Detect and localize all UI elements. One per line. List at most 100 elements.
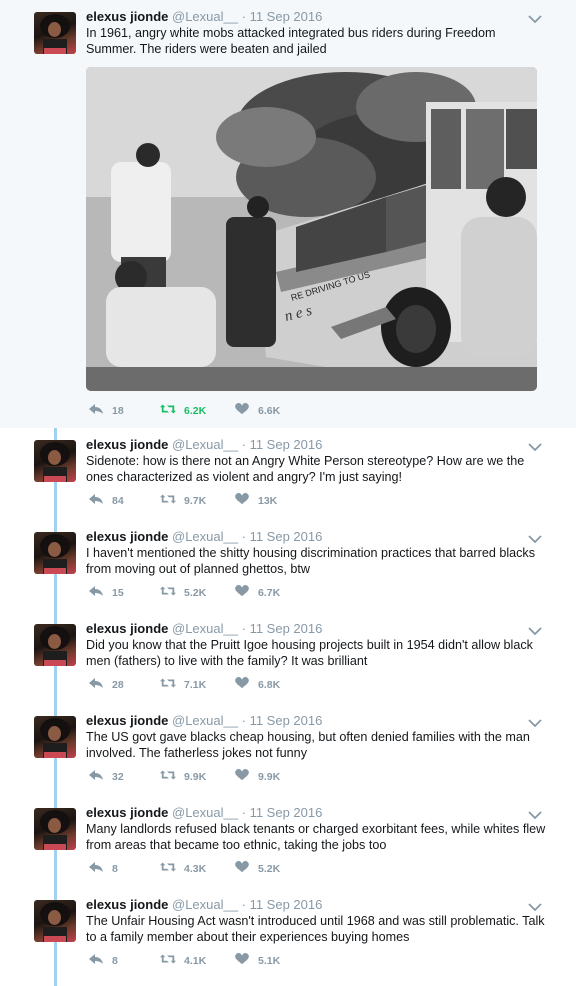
- reply-button[interactable]: 32: [88, 769, 124, 784]
- chevron-down-icon[interactable]: [528, 439, 542, 452]
- like-button[interactable]: 6.7K: [234, 585, 280, 600]
- avatar[interactable]: [34, 12, 76, 54]
- tweet-header: elexus jionde @Lexual__ · 11 Sep 2016: [86, 621, 322, 636]
- retweet-button[interactable]: 4.3K: [160, 861, 206, 876]
- tweet-date[interactable]: 11 Sep 2016: [250, 713, 323, 728]
- author-name[interactable]: elexus jionde: [86, 529, 168, 544]
- author-handle[interactable]: @Lexual__: [172, 805, 238, 820]
- separator-dot: ·: [241, 897, 246, 912]
- retweet-button[interactable]: 4.1K: [160, 953, 206, 968]
- author-name[interactable]: elexus jionde: [86, 621, 168, 636]
- avatar[interactable]: [34, 808, 76, 850]
- reply-button[interactable]: 28: [88, 677, 124, 692]
- chevron-down-icon[interactable]: [528, 531, 542, 544]
- tweet-date[interactable]: 11 Sep 2016: [250, 805, 323, 820]
- tweet-text: The Unfair Housing Act wasn't introduced…: [86, 914, 545, 944]
- avatar[interactable]: [34, 900, 76, 942]
- retweet-icon: [160, 953, 184, 968]
- retweet-button[interactable]: 7.1K: [160, 677, 206, 692]
- like-count: 6.8K: [258, 678, 281, 691]
- author-name[interactable]: elexus jionde: [86, 713, 168, 728]
- avatar[interactable]: [34, 624, 76, 666]
- tweet[interactable]: elexus jionde @Lexual__ · 11 Sep 2016 In…: [0, 0, 576, 428]
- retweet-button[interactable]: 9.9K: [160, 769, 206, 784]
- heart-icon: [234, 493, 258, 508]
- tweet-date[interactable]: 11 Sep 2016: [250, 9, 323, 24]
- retweet-icon: [160, 585, 184, 600]
- avatar[interactable]: [34, 440, 76, 482]
- retweet-button[interactable]: 5.2K: [160, 585, 206, 600]
- tweet-header: elexus jionde @Lexual__ · 11 Sep 2016: [86, 713, 322, 728]
- chevron-down-icon[interactable]: [528, 11, 542, 24]
- tweet-header: elexus jionde @Lexual__ · 11 Sep 2016: [86, 805, 322, 820]
- like-button[interactable]: 13K: [234, 493, 277, 508]
- like-button[interactable]: 5.1K: [234, 953, 280, 968]
- tweet[interactable]: elexus jionde @Lexual__ · 11 Sep 2016 I …: [0, 520, 576, 612]
- like-button[interactable]: 5.2K: [234, 861, 280, 876]
- retweet-count: 4.3K: [184, 862, 207, 875]
- tweet-header: elexus jionde @Lexual__ · 11 Sep 2016: [86, 437, 322, 452]
- tweet-date[interactable]: 11 Sep 2016: [250, 529, 323, 544]
- retweet-count: 5.2K: [184, 586, 207, 599]
- heart-icon: [234, 585, 258, 600]
- tweet-text: Did you know that the Pruitt Igoe housin…: [86, 638, 533, 668]
- tweet-date[interactable]: 11 Sep 2016: [250, 621, 323, 636]
- tweet-text: I haven't mentioned the shitty housing d…: [86, 546, 536, 576]
- reply-count: 8: [112, 862, 118, 875]
- reply-button[interactable]: 84: [88, 493, 124, 508]
- tweet[interactable]: elexus jionde @Lexual__ · 11 Sep 2016 Th…: [0, 704, 576, 796]
- avatar[interactable]: [34, 532, 76, 574]
- tweet-photo[interactable]: RE DRIVING TO US n e s: [86, 67, 537, 391]
- reply-button[interactable]: 8: [88, 953, 118, 968]
- retweet-button[interactable]: 6.2K: [160, 403, 206, 418]
- reply-button[interactable]: 8: [88, 861, 118, 876]
- chevron-down-icon[interactable]: [528, 623, 542, 636]
- author-handle[interactable]: @Lexual__: [172, 437, 238, 452]
- separator-dot: ·: [241, 713, 246, 728]
- author-handle[interactable]: @Lexual__: [172, 529, 238, 544]
- reply-count: 32: [112, 770, 124, 783]
- retweet-button[interactable]: 9.7K: [160, 493, 206, 508]
- like-count: 5.2K: [258, 862, 281, 875]
- reply-button[interactable]: 18: [88, 403, 124, 418]
- chevron-down-icon[interactable]: [528, 807, 542, 820]
- heart-icon: [234, 953, 258, 968]
- tweet[interactable]: elexus jionde @Lexual__ · 11 Sep 2016 Di…: [0, 612, 576, 704]
- author-name[interactable]: elexus jionde: [86, 897, 168, 912]
- separator-dot: ·: [241, 437, 246, 452]
- like-button[interactable]: 6.8K: [234, 677, 280, 692]
- like-count: 9.9K: [258, 770, 281, 783]
- like-count: 6.6K: [258, 404, 281, 417]
- author-handle[interactable]: @Lexual__: [172, 713, 238, 728]
- reply-button[interactable]: 15: [88, 585, 124, 600]
- retweet-icon: [160, 769, 184, 784]
- separator-dot: ·: [241, 529, 246, 544]
- author-handle[interactable]: @Lexual__: [172, 621, 238, 636]
- separator-dot: ·: [241, 621, 246, 636]
- chevron-down-icon[interactable]: [528, 715, 542, 728]
- author-name[interactable]: elexus jionde: [86, 805, 168, 820]
- reply-icon: [88, 769, 112, 784]
- tweet-date[interactable]: 11 Sep 2016: [250, 897, 323, 912]
- tweet[interactable]: elexus jionde @Lexual__ · 11 Sep 2016 Si…: [0, 428, 576, 520]
- avatar[interactable]: [34, 716, 76, 758]
- tweet-header: elexus jionde @Lexual__ · 11 Sep 2016: [86, 9, 322, 24]
- heart-icon: [234, 769, 258, 784]
- like-button[interactable]: 9.9K: [234, 769, 280, 784]
- author-name[interactable]: elexus jionde: [86, 437, 168, 452]
- heart-icon: [234, 403, 258, 418]
- reply-count: 18: [112, 404, 124, 417]
- author-handle[interactable]: @Lexual__: [172, 897, 238, 912]
- like-count: 13K: [258, 494, 278, 507]
- tweet-thread: elexus jionde @Lexual__ · 11 Sep 2016 In…: [0, 0, 576, 980]
- author-name[interactable]: elexus jionde: [86, 9, 168, 24]
- reply-icon: [88, 493, 112, 508]
- tweet-date[interactable]: 11 Sep 2016: [250, 437, 323, 452]
- retweet-icon: [160, 493, 184, 508]
- tweet[interactable]: elexus jionde @Lexual__ · 11 Sep 2016 Th…: [0, 888, 576, 980]
- tweet[interactable]: elexus jionde @Lexual__ · 11 Sep 2016 Ma…: [0, 796, 576, 888]
- like-button[interactable]: 6.6K: [234, 403, 280, 418]
- chevron-down-icon[interactable]: [528, 899, 542, 912]
- author-handle[interactable]: @Lexual__: [172, 9, 238, 24]
- reply-count: 15: [112, 586, 124, 599]
